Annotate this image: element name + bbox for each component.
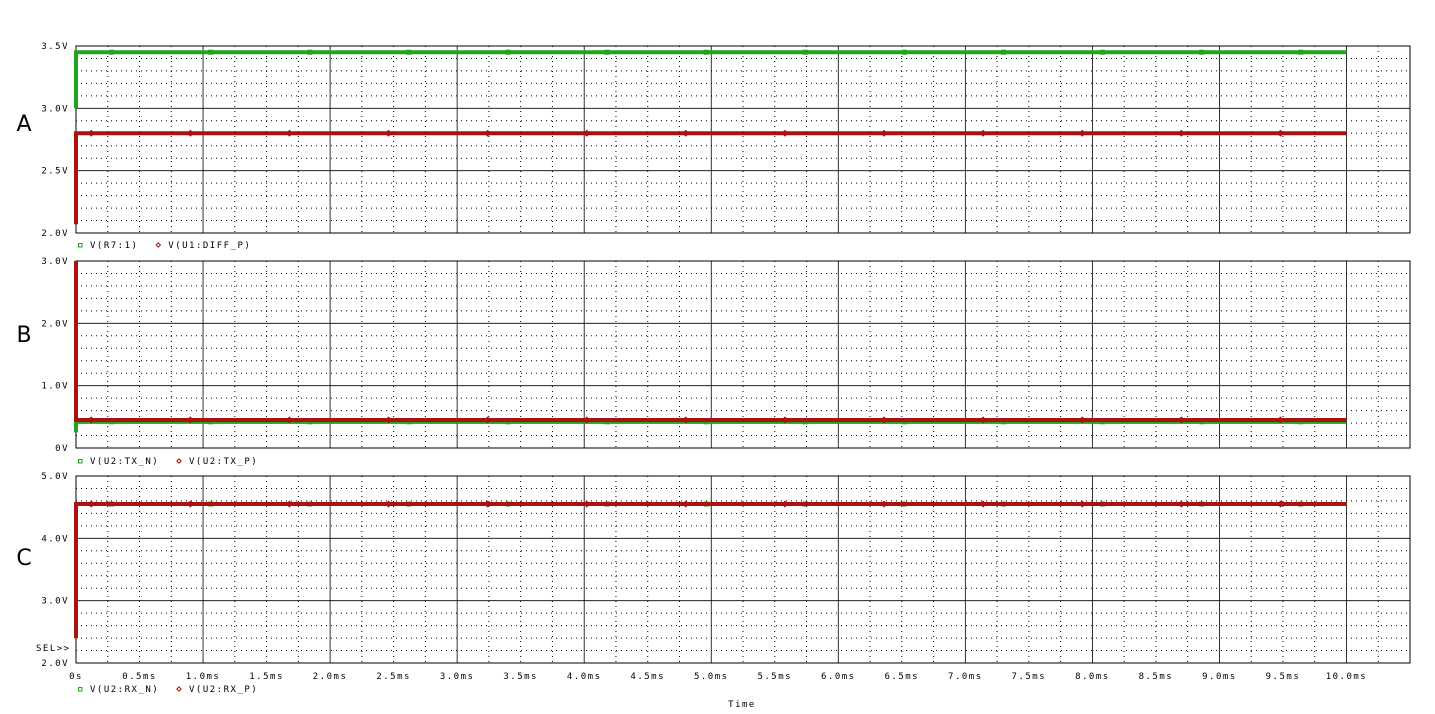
x-tick-label: 2.5ms	[376, 672, 411, 682]
chart-panel-b: 0V 1.0V 2.0V 3.0V B V(U2:TX_N) V(U2:TX_P)	[16, 257, 1411, 467]
x-tick-label: 9.5ms	[1266, 672, 1301, 682]
x-tick-label: 7.0ms	[948, 672, 983, 682]
y-tick-label: 2.0V	[41, 659, 69, 669]
x-tick-label: 2.0ms	[313, 672, 348, 682]
y-tick-label: 5.0V	[41, 472, 69, 482]
legend-entry[interactable]: V(U2:RX_N)	[90, 685, 159, 695]
x-tick-label: 10.0ms	[1326, 672, 1368, 682]
x-tick-label: 4.5ms	[630, 672, 665, 682]
legend-marker-square	[78, 687, 83, 692]
legend-marker-diamond	[155, 242, 162, 248]
x-tick-label: 4.0ms	[567, 672, 602, 682]
x-tick-label: 5.5ms	[757, 672, 792, 682]
x-axis-title: Time	[728, 700, 756, 710]
trace-marker	[307, 49, 313, 55]
x-tick-label: 8.5ms	[1139, 672, 1174, 682]
y-tick-label: 2.5V	[41, 167, 69, 177]
y-tick-label: 3.5V	[41, 42, 69, 52]
y-tick-label: 3.0V	[41, 597, 69, 607]
trace-marker	[1199, 49, 1205, 55]
x-tick-label: 3.5ms	[503, 672, 538, 682]
legend-entry[interactable]: V(U2:RX_P)	[189, 685, 258, 695]
chart-panel-a: 2.0V 2.5V 3.0V 3.5V A V(R7:1) V(U1:DIFF_P)	[16, 42, 1411, 251]
y-tick-label: 2.0V	[41, 319, 69, 329]
x-tick-label: 6.0ms	[821, 672, 856, 682]
x-tick-label: 1.5ms	[249, 672, 284, 682]
trace-marker	[1298, 49, 1304, 55]
x-tick-label: 5.0ms	[694, 672, 729, 682]
y-tick-label: 3.0V	[41, 104, 69, 114]
y-tick-label: 1.0V	[41, 382, 69, 392]
trace-marker	[1100, 49, 1106, 55]
trace-marker	[703, 49, 709, 55]
legend-entry[interactable]: V(U1:DIFF_P)	[168, 241, 251, 251]
trace-marker	[1000, 49, 1006, 55]
panel-label: A	[16, 112, 31, 137]
y-tick-label: 3.0V	[41, 257, 69, 267]
x-axis-ticks: 0s 0.5ms 1.0ms 1.5ms 2.0ms 2.5ms 3.0ms 3.5ms 4.0…	[69, 672, 1368, 682]
y-tick-label: 4.0V	[41, 534, 69, 544]
x-tick-label: 3.0ms	[440, 672, 475, 682]
x-tick-label: 7.5ms	[1012, 672, 1047, 682]
x-tick-label: 9.0ms	[1202, 672, 1237, 682]
legend-marker-diamond	[176, 686, 182, 692]
legend-entry[interactable]: V(U2:TX_P)	[189, 457, 258, 467]
trace-marker	[406, 49, 412, 55]
legend-entry[interactable]: V(U2:TX_N)	[90, 457, 159, 467]
trace-marker	[901, 49, 907, 55]
panel-label: C	[16, 546, 31, 571]
trace-marker	[109, 49, 115, 55]
legend-marker-square	[78, 459, 83, 464]
legend-marker-diamond	[176, 458, 182, 464]
y-tick-label: 0V	[55, 444, 69, 454]
panel-label: B	[16, 323, 31, 348]
chart-panel-c: 2.0V 3.0V 4.0V 5.0V C V(U2:RX_N) V(U2:RX_P)	[16, 472, 1411, 695]
x-tick-label: 1.0ms	[186, 672, 221, 682]
legend-entry[interactable]: V(R7:1)	[90, 241, 138, 251]
trace-marker	[802, 49, 808, 55]
plot-frame	[75, 45, 1411, 234]
trace-marker	[604, 49, 610, 55]
x-tick-label: 0.5ms	[122, 672, 157, 682]
x-tick-label: 8.0ms	[1075, 672, 1110, 682]
legend-marker-square	[78, 243, 83, 248]
trace-marker	[208, 49, 214, 55]
sel-marker[interactable]: SEL>>	[36, 644, 71, 654]
waveform-viewer: 2.0V 2.5V 3.0V 3.5V A V(R7:1) V(U1:DIFF_P) 0V 1.…	[16, 42, 1411, 710]
y-tick-label: 2.0V	[41, 229, 69, 239]
x-tick-label: 0s	[69, 672, 83, 682]
x-tick-label: 6.5ms	[885, 672, 920, 682]
trace-marker	[505, 49, 511, 55]
